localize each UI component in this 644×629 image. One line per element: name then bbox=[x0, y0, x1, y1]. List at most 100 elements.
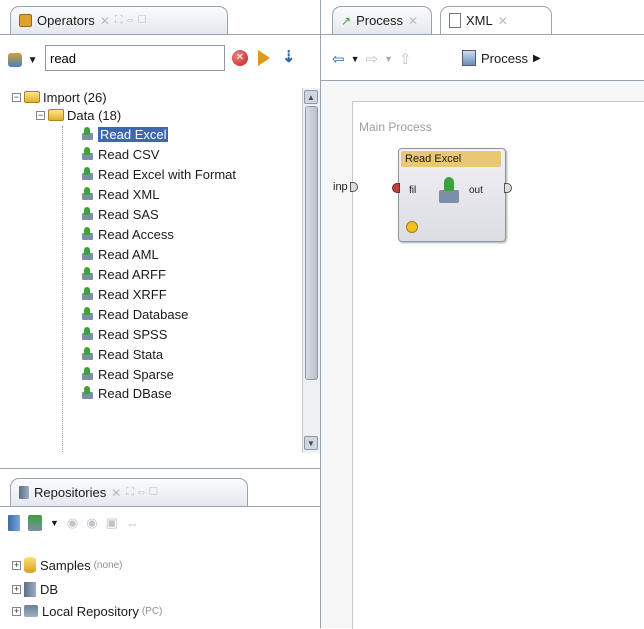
tree-item-label: Read Excel bbox=[98, 126, 169, 142]
tab-process-label: Process bbox=[356, 13, 404, 28]
list-item[interactable]: Read AML bbox=[80, 245, 159, 263]
operator-output-port-label: out bbox=[469, 185, 483, 196]
list-item[interactable]: Read Database bbox=[80, 305, 188, 323]
up-icon[interactable]: ⇧ bbox=[399, 50, 412, 68]
list-item[interactable]: Read SAS bbox=[80, 205, 159, 223]
close-icon[interactable]: ✕ bbox=[111, 486, 121, 500]
tab-repositories[interactable]: Repositories ✕ ⛶⇔▢ bbox=[10, 478, 248, 506]
add-repository-icon[interactable] bbox=[8, 515, 20, 531]
tree-item-data[interactable]: − Data (18) bbox=[36, 106, 121, 124]
process-icon: ↗ bbox=[341, 13, 352, 28]
tree-item-label: Read SPSS bbox=[98, 326, 168, 342]
search-input[interactable] bbox=[45, 45, 225, 71]
expand-icon[interactable]: + bbox=[12, 606, 21, 616]
list-item[interactable]: Read Stata bbox=[80, 345, 163, 363]
list-item[interactable]: Read CSV bbox=[80, 145, 159, 163]
list-item[interactable]: Read XRFF bbox=[80, 285, 167, 303]
list-item[interactable]: Read DBase bbox=[80, 384, 172, 402]
operator-title: Read Excel bbox=[401, 151, 501, 167]
expand-icon[interactable]: + bbox=[12, 584, 21, 594]
filter-icon bbox=[8, 52, 22, 67]
repo-item-samples[interactable]: + Samples (none) bbox=[12, 556, 122, 574]
list-item[interactable]: Read Excel bbox=[80, 125, 169, 143]
list-item[interactable]: Read SPSS bbox=[80, 325, 167, 343]
tree-item-import[interactable]: − Import (26) bbox=[12, 88, 107, 106]
operator-read-excel[interactable]: Read Excel fil out bbox=[398, 148, 506, 242]
collapse-icon[interactable]: − bbox=[36, 110, 45, 120]
tree-item-label: Data (18) bbox=[67, 107, 122, 123]
tab-xml-label: XML bbox=[466, 13, 493, 28]
operator-input-port[interactable] bbox=[392, 183, 400, 193]
scroll-up-icon[interactable]: ▲ bbox=[304, 90, 318, 104]
canvas-title: Main Process bbox=[359, 120, 432, 134]
database-icon bbox=[24, 557, 36, 573]
close-icon[interactable]: ✕ bbox=[498, 14, 508, 28]
list-item[interactable]: Read ARFF bbox=[80, 265, 166, 283]
tree-item-label: Read Database bbox=[98, 306, 189, 322]
expand-icon[interactable]: + bbox=[12, 560, 21, 570]
chevron-down-icon[interactable]: ▼ bbox=[50, 518, 59, 528]
folder-icon bbox=[24, 91, 40, 103]
collapse-icon[interactable]: − bbox=[12, 92, 21, 102]
tab-operators-label: Operators bbox=[37, 13, 95, 28]
chevron-down-icon: ▼ bbox=[27, 55, 38, 66]
local-repository-icon bbox=[24, 605, 38, 617]
close-icon[interactable]: ✕ bbox=[100, 14, 110, 28]
tab-operators[interactable]: Operators ✕ ⛶⇔▢ bbox=[10, 6, 228, 34]
list-item[interactable]: Read Excel with Format bbox=[80, 165, 236, 183]
operators-icon bbox=[19, 14, 32, 27]
list-item[interactable]: Read Access bbox=[80, 225, 174, 243]
refresh-icon[interactable]: ◉ bbox=[67, 515, 78, 531]
operators-tree: − Import (26) − Data (18) Read Excel Rea… bbox=[2, 88, 302, 453]
delete-icon[interactable]: ▣ bbox=[106, 515, 118, 531]
chevron-down-icon[interactable]: ▼ bbox=[384, 54, 393, 64]
chevron-down-icon[interactable]: ▼ bbox=[351, 54, 360, 64]
tree-item-label: Read DBase bbox=[98, 385, 172, 401]
excel-icon bbox=[436, 177, 462, 205]
back-icon[interactable]: ⇦ bbox=[332, 50, 345, 68]
clear-search-icon[interactable]: ✕ bbox=[232, 50, 248, 66]
tree-item-label: Read CSV bbox=[98, 146, 160, 162]
operator-icon bbox=[80, 267, 94, 281]
repositories-toolbar: ▼ ◉ ◉ ▣ ⇔ bbox=[8, 515, 139, 531]
tree-item-label: Read Stata bbox=[98, 346, 164, 362]
tab-xml[interactable]: XML ✕ bbox=[440, 6, 552, 34]
tree-item-label: Read Excel with Format bbox=[98, 166, 236, 182]
store-icon[interactable]: ◉ bbox=[86, 515, 97, 531]
status-indicator-icon bbox=[406, 221, 418, 233]
tree-item-label: Read Sparse bbox=[98, 366, 174, 382]
list-item[interactable]: Read XML bbox=[80, 185, 159, 203]
tree-item-label: Read Access bbox=[98, 226, 174, 242]
breadcrumb[interactable]: Process ▶ bbox=[462, 50, 541, 66]
repository-icon bbox=[24, 581, 36, 597]
operator-icon bbox=[80, 386, 94, 400]
expand-icon[interactable] bbox=[258, 50, 270, 66]
panel-controls-icon[interactable]: ⛶⇔▢ bbox=[115, 14, 149, 27]
operator-icon bbox=[80, 347, 94, 361]
link-icon[interactable]: ⇔ bbox=[126, 516, 139, 531]
scroll-down-icon[interactable]: ▼ bbox=[304, 436, 318, 450]
forward-icon[interactable]: ⇨ bbox=[366, 50, 379, 68]
repo-item-label: Samples bbox=[40, 557, 91, 573]
repo-item-db[interactable]: + DB bbox=[12, 580, 58, 598]
import-icon[interactable] bbox=[28, 515, 42, 531]
tree-guide-line bbox=[62, 126, 64, 453]
close-icon[interactable]: ✕ bbox=[408, 14, 418, 28]
tab-process[interactable]: ↗ Process ✕ bbox=[332, 6, 432, 34]
filter-dropdown[interactable]: ▼ bbox=[8, 51, 38, 67]
breadcrumb-label: Process bbox=[481, 50, 528, 66]
scrollbar-thumb[interactable] bbox=[305, 106, 318, 380]
folder-icon bbox=[48, 109, 64, 121]
tree-item-label: Read AML bbox=[98, 246, 159, 262]
process-input-port-label: inp bbox=[333, 181, 348, 193]
operator-icon bbox=[80, 167, 94, 181]
tree-item-label: Read XML bbox=[98, 186, 160, 202]
panel-controls-icon[interactable]: ⛶⇔▢ bbox=[126, 486, 160, 499]
list-item[interactable]: Read Sparse bbox=[80, 365, 174, 383]
operators-scrollbar[interactable]: ▲ ▼ bbox=[302, 88, 320, 453]
xml-icon bbox=[449, 13, 461, 28]
operator-icon bbox=[80, 327, 94, 341]
sort-icon[interactable]: ⇣ bbox=[282, 47, 295, 67]
repo-item-label: DB bbox=[40, 581, 59, 597]
repo-item-local[interactable]: + Local Repository (PC) bbox=[12, 602, 162, 620]
